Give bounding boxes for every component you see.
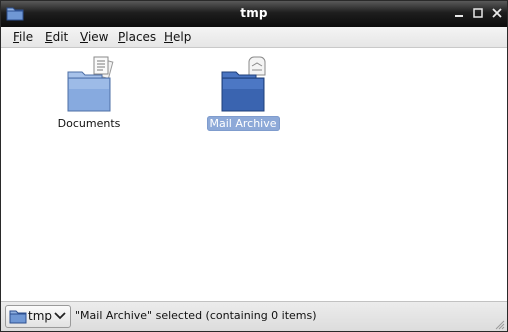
- window-title: tmp: [240, 6, 268, 20]
- location-button[interactable]: tmp: [5, 305, 71, 328]
- resize-grip-icon[interactable]: [493, 318, 505, 330]
- status-message: "Mail Archive" selected (containing 0 it…: [75, 309, 317, 322]
- chevron-down-icon: [54, 312, 66, 320]
- menu-help[interactable]: Help: [160, 29, 195, 45]
- file-item-documents[interactable]: Documents: [39, 56, 139, 131]
- mail-folder-icon: [221, 56, 266, 112]
- file-label: Mail Archive: [206, 116, 280, 131]
- menu-file[interactable]: File: [9, 29, 37, 45]
- file-manager-window: tmp File Edit View Places Help Documents…: [0, 0, 508, 332]
- close-icon[interactable]: [489, 5, 505, 21]
- documents-folder-icon: [67, 56, 114, 112]
- file-view[interactable]: Documents Mail Archive: [1, 48, 507, 301]
- folder-icon: [9, 310, 27, 324]
- file-label: Documents: [57, 117, 121, 130]
- status-bar: tmp "Mail Archive" selected (containing …: [1, 301, 507, 331]
- menu-edit[interactable]: Edit: [41, 29, 72, 45]
- minimize-icon[interactable]: [451, 5, 467, 21]
- title-bar[interactable]: tmp: [1, 1, 507, 27]
- menu-places[interactable]: Places: [114, 29, 160, 45]
- file-item-mail-archive[interactable]: Mail Archive: [193, 56, 293, 131]
- location-label: tmp: [28, 309, 53, 323]
- maximize-icon[interactable]: [470, 5, 486, 21]
- menu-view[interactable]: View: [76, 29, 112, 45]
- menu-bar: File Edit View Places Help: [1, 27, 507, 48]
